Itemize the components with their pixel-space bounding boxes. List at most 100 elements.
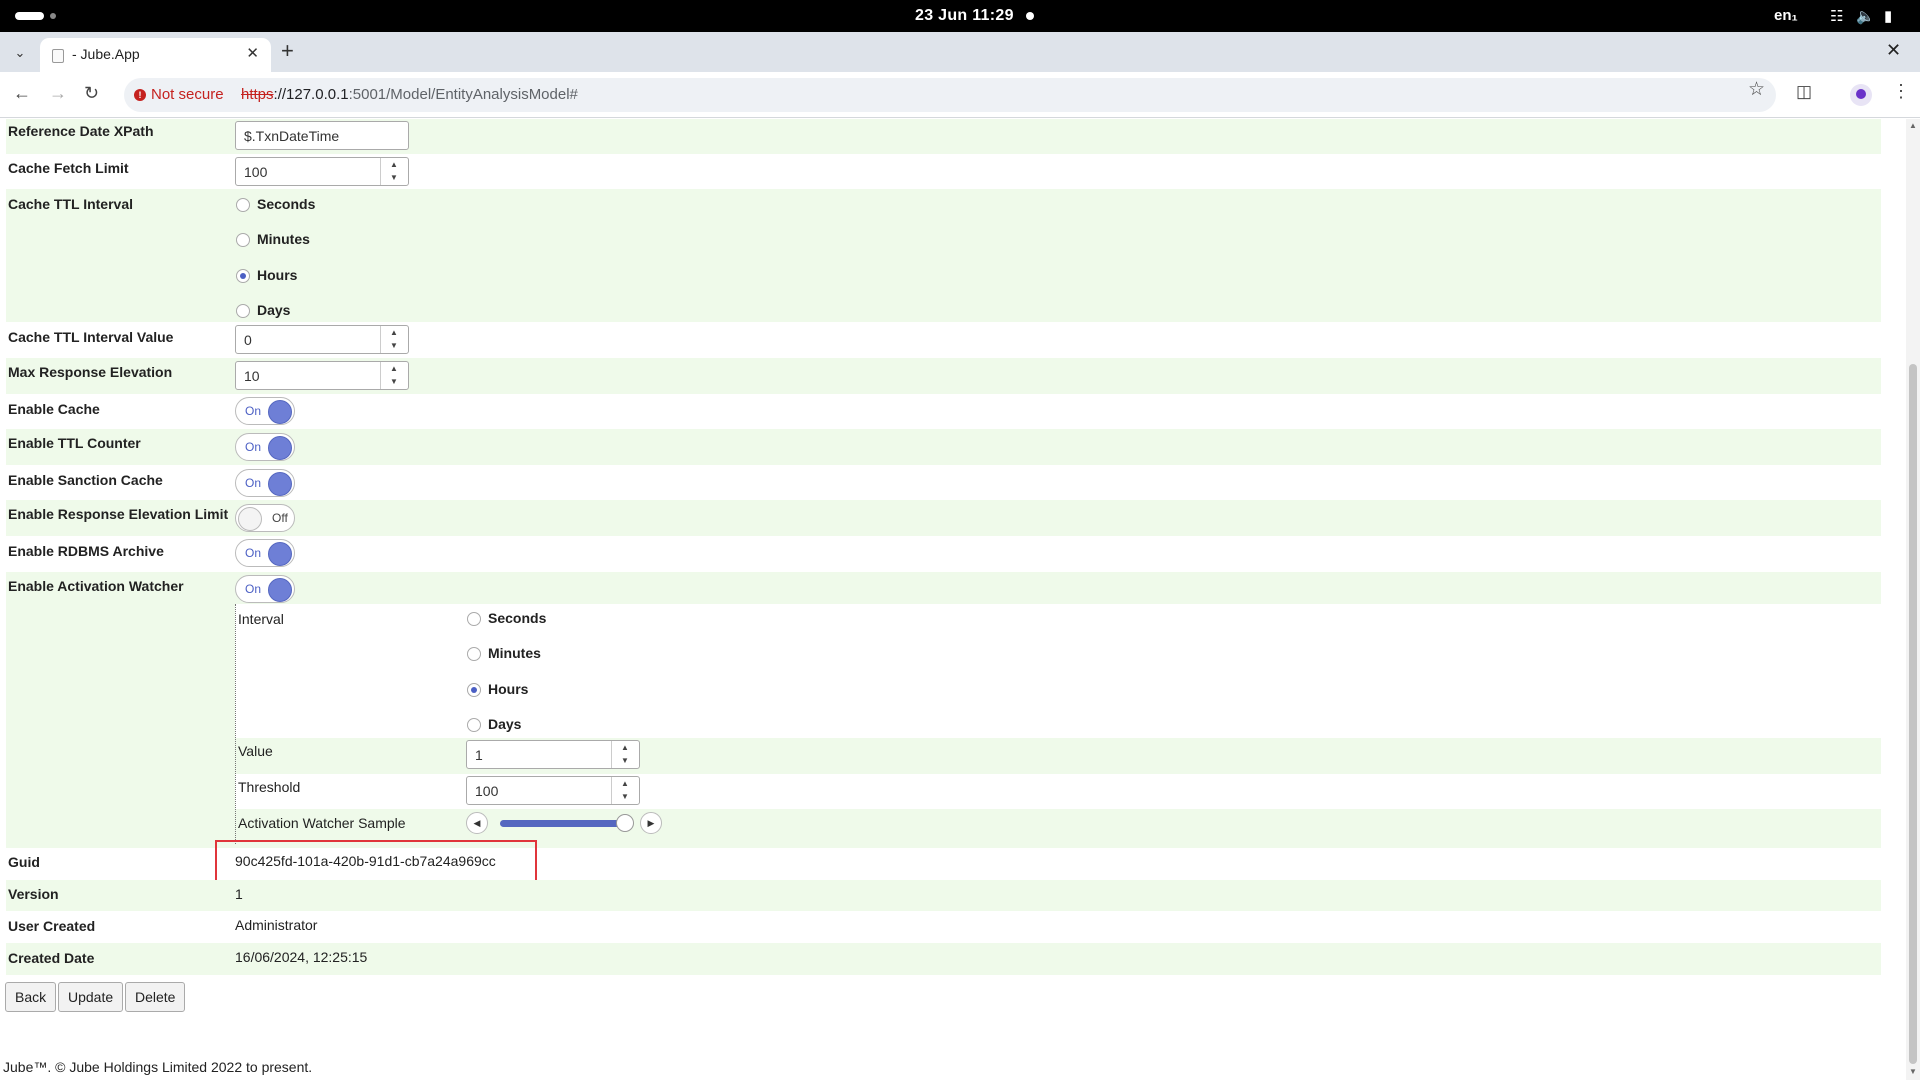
toggle-knob[interactable] [238, 507, 262, 531]
stepper-down-icon[interactable]: ▼ [390, 173, 398, 182]
cache-ttl-interval-value-label: Cache TTL Interval Value [8, 329, 174, 345]
slider-track[interactable] [500, 814, 634, 832]
reload-icon[interactable]: ↻ [84, 83, 99, 104]
enable-activation-watcher-label: Enable Activation Watcher [8, 578, 184, 594]
delete-button[interactable]: Delete [125, 982, 186, 1012]
guid-highlight-box [215, 840, 537, 883]
reference-date-xpath-input[interactable]: $.TxnDateTime [235, 121, 409, 150]
radio-label: Seconds [488, 610, 547, 626]
enable-sanction-cache-label: Enable Sanction Cache [8, 472, 163, 488]
input-language[interactable]: en₁ [1774, 7, 1798, 24]
enable-ttl-counter-toggle[interactable]: On [235, 433, 295, 461]
max-response-elevation-value: 10 [244, 368, 260, 384]
toggle-knob[interactable] [268, 400, 292, 424]
enable-sanction-cache-toggle[interactable]: On [235, 469, 295, 497]
toggle-state: On [245, 440, 262, 454]
slider-increment-icon[interactable]: ▶ [640, 812, 662, 834]
address-bar[interactable]: ! Not secure https://127.0.0.1:5001/Mode… [124, 78, 1776, 112]
tab-strip: ⌄ - Jube.App ✕ + ✕ [0, 32, 1920, 72]
radio-circle-selected[interactable] [467, 683, 481, 697]
stepper-up-icon[interactable]: ▲ [390, 364, 398, 373]
tab-close-icon[interactable]: ✕ [246, 44, 259, 62]
version-value: 1 [235, 886, 243, 902]
stepper-down-icon[interactable]: ▼ [390, 377, 398, 386]
scrollbar-thumb[interactable] [1909, 364, 1917, 1064]
cache-fetch-limit-stepper[interactable]: 100 ▲ ▼ [235, 157, 409, 186]
cache-ttl-interval-value-stepper[interactable]: 0 ▲ ▼ [235, 325, 409, 354]
enable-cache-toggle[interactable]: On [235, 397, 295, 425]
radio-label: Hours [257, 267, 298, 283]
volume-icon[interactable]: 🔈 [1856, 7, 1875, 25]
stepper-up-icon[interactable]: ▲ [621, 779, 629, 788]
activities-indicator[interactable] [15, 12, 44, 20]
back-arrow-icon[interactable]: ← [13, 83, 31, 104]
radio-circle[interactable] [236, 304, 250, 318]
tab-search-chevron-down-icon[interactable]: ⌄ [7, 40, 33, 66]
toggle-knob[interactable] [268, 542, 292, 566]
window-close-icon[interactable]: ✕ [1886, 40, 1901, 61]
enable-cache-label: Enable Cache [8, 401, 100, 417]
scroll-down-icon[interactable]: ▼ [1909, 1067, 1917, 1076]
radio-circle[interactable] [236, 198, 250, 212]
stepper-arrows[interactable]: ▲ ▼ [380, 158, 408, 185]
radio-circle[interactable] [236, 233, 250, 247]
toggle-knob[interactable] [268, 578, 292, 602]
browser-menu-icon[interactable]: ⋮ [1892, 81, 1910, 102]
activation-value-stepper[interactable]: 1 ▲ ▼ [466, 740, 640, 769]
enable-activation-watcher-toggle[interactable]: On [235, 575, 295, 603]
radio-circle[interactable] [467, 718, 481, 732]
stepper-up-icon[interactable]: ▲ [390, 328, 398, 337]
cache-ttl-interval-label: Cache TTL Interval [8, 196, 134, 212]
activation-threshold-value: 100 [475, 783, 499, 799]
stepper-down-icon[interactable]: ▼ [390, 341, 398, 350]
scroll-up-icon[interactable]: ▲ [1909, 121, 1917, 130]
toggle-knob[interactable] [268, 472, 292, 496]
stepper-arrows[interactable]: ▲ ▼ [380, 362, 408, 389]
stepper-up-icon[interactable]: ▲ [621, 743, 629, 752]
radio-circle[interactable] [467, 647, 481, 661]
radio-circle[interactable] [467, 612, 481, 626]
url-scheme: https [241, 86, 274, 103]
enable-response-elevation-limit-toggle[interactable]: Off [235, 504, 295, 532]
enable-rdbms-archive-toggle[interactable]: On [235, 539, 295, 567]
enable-ttl-counter-label: Enable TTL Counter [8, 435, 141, 451]
forward-arrow-icon[interactable]: → [49, 83, 67, 104]
profile-avatar-icon[interactable] [1850, 84, 1872, 106]
network-icon[interactable]: ☷ [1830, 7, 1843, 25]
max-response-elevation-stepper[interactable]: 10 ▲ ▼ [235, 361, 409, 390]
extensions-icon[interactable]: ◫ [1796, 82, 1812, 102]
slider-decrement-icon[interactable]: ◀ [466, 812, 488, 834]
url-text[interactable]: https://127.0.0.1:5001/Model/EntityAnaly… [241, 86, 578, 103]
cache-fetch-limit-label: Cache Fetch Limit [8, 160, 129, 176]
notification-dot [1026, 12, 1034, 20]
slider-fill [500, 820, 625, 827]
created-date-value: 16/06/2024, 12:25:15 [235, 949, 368, 965]
browser-tab[interactable]: - Jube.App ✕ [40, 38, 271, 72]
activation-value: 1 [475, 747, 483, 763]
not-secure-icon: ! [134, 89, 146, 101]
not-secure-label[interactable]: Not secure [151, 86, 224, 103]
stepper-arrows[interactable]: ▲ ▼ [611, 741, 639, 768]
stepper-arrows[interactable]: ▲ ▼ [380, 326, 408, 353]
activation-threshold-stepper[interactable]: 100 ▲ ▼ [466, 776, 640, 805]
toggle-knob[interactable] [268, 436, 292, 460]
radio-circle-selected[interactable] [236, 269, 250, 283]
stepper-down-icon[interactable]: ▼ [621, 792, 629, 801]
new-tab-plus-icon[interactable]: + [281, 38, 294, 64]
activation-interval-label: Interval [238, 611, 284, 627]
battery-icon[interactable]: ▮ [1884, 7, 1892, 25]
back-button[interactable]: Back [5, 982, 57, 1012]
bookmark-star-icon[interactable]: ☆ [1748, 78, 1765, 101]
page-scrollbar[interactable]: ▲ ▼ [1906, 119, 1920, 1080]
slider-thumb[interactable] [616, 814, 634, 832]
activation-interval-panel [235, 604, 1881, 738]
stepper-up-icon[interactable]: ▲ [390, 160, 398, 169]
stepper-down-icon[interactable]: ▼ [621, 756, 629, 765]
page-footer: Jube™. © Jube Holdings Limited 2022 to p… [3, 1059, 313, 1075]
row-version: Version [6, 880, 1881, 911]
system-clock[interactable]: 23 Jun 11:29 [915, 7, 1014, 25]
cache-fetch-limit-value: 100 [244, 164, 268, 180]
update-button[interactable]: Update [58, 982, 124, 1012]
activation-watcher-sample-slider[interactable]: ◀ ▶ [466, 812, 666, 836]
stepper-arrows[interactable]: ▲ ▼ [611, 777, 639, 804]
